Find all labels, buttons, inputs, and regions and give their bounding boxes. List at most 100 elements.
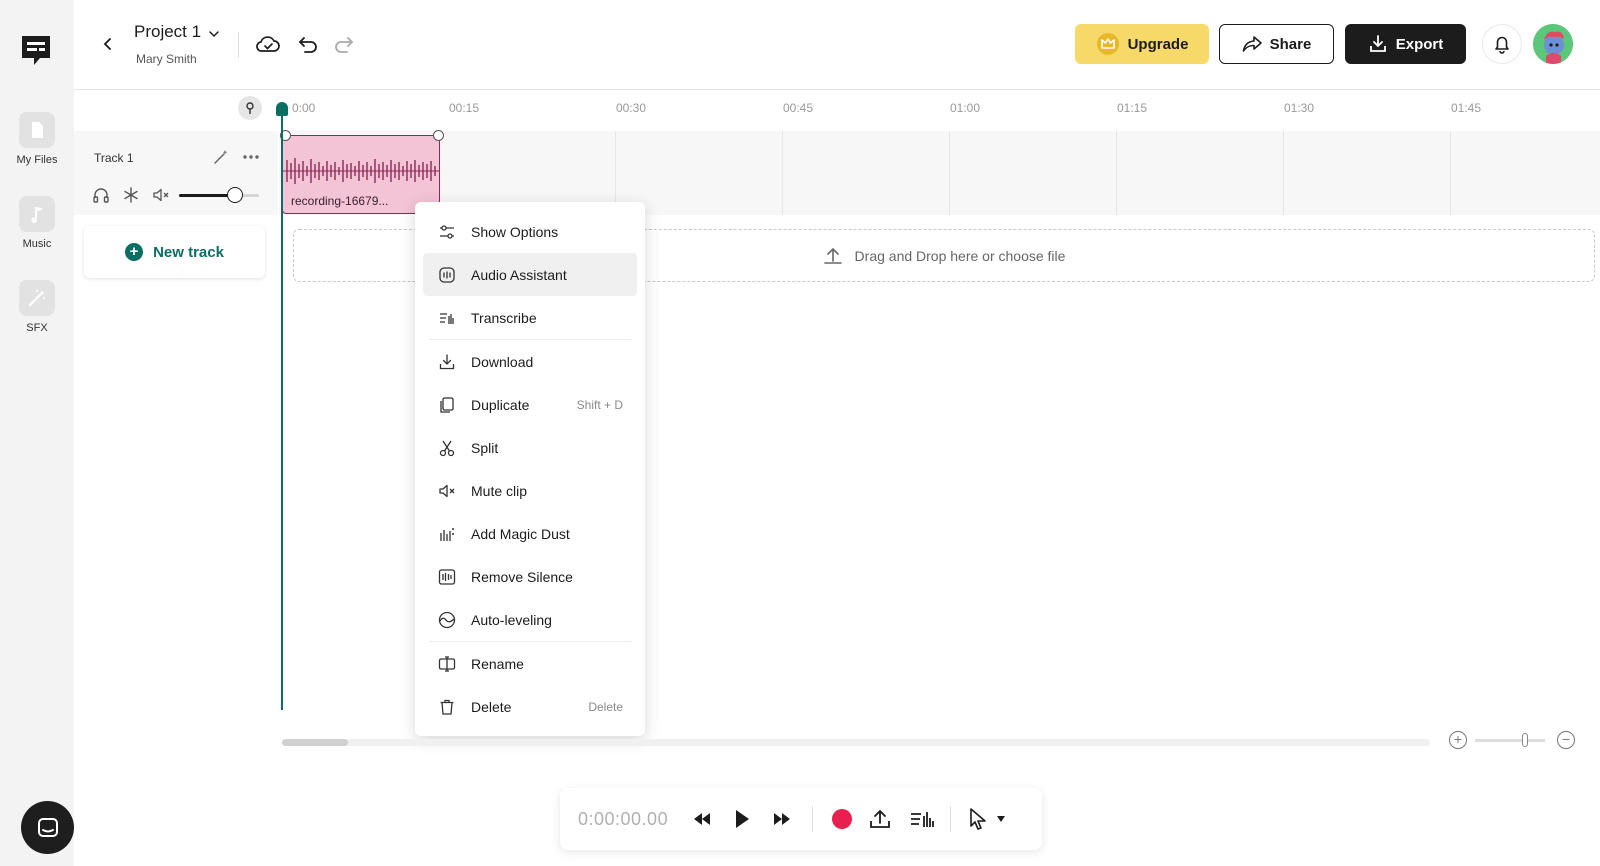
back-button[interactable] (96, 32, 120, 56)
track-name[interactable]: Track 1 (94, 151, 134, 165)
fast-forward-button[interactable] (768, 805, 796, 833)
menu-item-label: Duplicate (471, 396, 530, 413)
menu-item-label: Add Magic Dust (471, 525, 570, 542)
menu-item-label: Auto-leveling (471, 611, 552, 628)
share-button[interactable]: Share (1219, 24, 1334, 64)
menu-item-transcribe[interactable]: Transcribe (423, 296, 637, 339)
menu-item-label: Audio Assistant (471, 266, 567, 283)
scrollbar-thumb[interactable] (282, 739, 348, 746)
ruler-tick: 00:15 (449, 101, 480, 115)
track-header: Track 1 (74, 131, 278, 215)
user-avatar[interactable] (1533, 24, 1573, 64)
trash-icon (437, 697, 457, 717)
chevron-down-icon[interactable] (206, 26, 222, 42)
pointer-tool-button[interactable] (964, 805, 992, 833)
menu-item-shortcut: Shift + D (576, 397, 623, 412)
waveform (283, 158, 439, 184)
project-title[interactable]: Project 1 (134, 22, 201, 42)
ruler-tick: 01:00 (950, 101, 981, 115)
auto-leveling-icon (437, 610, 457, 630)
zoom-slider[interactable] (1475, 733, 1545, 747)
menu-item-remove-silence[interactable]: Remove Silence (423, 555, 637, 598)
export-button[interactable]: Export (1345, 24, 1466, 64)
menu-item-audio-assistant[interactable]: Audio Assistant (423, 253, 637, 296)
clip-end-handle[interactable] (433, 130, 444, 141)
share-arrow-icon (1242, 36, 1262, 52)
new-track-button[interactable]: + New track (84, 226, 265, 278)
magic-wand-icon[interactable] (212, 148, 230, 166)
pin-icon (246, 102, 254, 114)
sliders-icon (437, 222, 457, 242)
snap-magnet-button[interactable] (238, 96, 262, 120)
upload-icon (870, 809, 890, 828)
menu-item-show-options[interactable]: Show Options (423, 210, 637, 253)
redo-icon[interactable] (330, 30, 358, 58)
zoom-out-button[interactable]: − (1557, 731, 1575, 749)
menu-item-label: Download (471, 353, 534, 370)
app-logo-icon[interactable] (18, 32, 54, 68)
more-options-icon[interactable] (242, 148, 260, 166)
menu-item-label: Split (471, 439, 499, 456)
headphones-icon[interactable] (92, 186, 110, 204)
timeline-ruler[interactable]: 0:00 00:15 00:30 00:45 01:00 01:15 01:30… (74, 91, 1600, 127)
download-icon (1369, 35, 1386, 52)
upgrade-button[interactable]: Upgrade (1075, 24, 1209, 64)
magic-wand-icon (19, 280, 55, 316)
sidebar-item-music[interactable]: Music (0, 196, 74, 250)
upload-icon (823, 247, 842, 264)
dropzone-text: Drag and Drop here or choose file (854, 247, 1066, 264)
record-icon (832, 809, 852, 829)
record-button[interactable] (828, 805, 856, 833)
zoom-in-button[interactable]: + (1449, 731, 1467, 749)
sidebar-item-my-files[interactable]: My Files (0, 112, 74, 166)
transcribe-button[interactable] (908, 805, 936, 833)
rewind-button[interactable] (688, 805, 716, 833)
bell-icon (1495, 36, 1509, 54)
share-label: Share (1269, 35, 1312, 53)
ruler-tick: 00:45 (783, 101, 814, 115)
playhead-handle[interactable] (276, 102, 288, 116)
cloud-sync-icon[interactable] (254, 30, 282, 58)
ruler-tick: 00:30 (616, 101, 647, 115)
transport-bar: 0:00:00.00 (560, 788, 1042, 850)
menu-item-auto-leveling[interactable]: Auto-leveling (423, 598, 637, 641)
menu-item-delete[interactable]: Delete Delete (423, 685, 637, 728)
chat-support-button[interactable] (21, 801, 74, 854)
grid-line (1450, 131, 1451, 215)
speaker-mute-icon[interactable] (152, 186, 170, 204)
grid-line (949, 131, 950, 215)
menu-item-label: Transcribe (471, 309, 537, 326)
download-icon (437, 352, 457, 372)
snowflake-icon[interactable] (122, 186, 140, 204)
undo-icon[interactable] (294, 30, 322, 58)
clip-context-menu: Show Options Audio Assistant Transcribe … (415, 202, 645, 736)
chat-icon (37, 817, 58, 837)
menu-item-label: Rename (471, 655, 524, 672)
notifications-button[interactable] (1482, 24, 1522, 64)
menu-item-duplicate[interactable]: Duplicate Shift + D (423, 383, 637, 426)
transport-separator (950, 806, 951, 832)
play-button[interactable] (728, 805, 756, 833)
ruler-tick: 01:15 (1117, 101, 1148, 115)
upgrade-label: Upgrade (1127, 35, 1189, 53)
ruler-tick: 0:00 (292, 101, 316, 115)
ruler-tick: 01:30 (1284, 101, 1315, 115)
menu-item-mute-clip[interactable]: Mute clip (423, 469, 637, 512)
upload-button[interactable] (866, 805, 894, 833)
sidebar-item-sfx[interactable]: SFX (0, 280, 74, 334)
tool-dropdown-button[interactable] (992, 805, 1010, 833)
menu-item-rename[interactable]: Rename (423, 642, 637, 685)
menu-item-download[interactable]: Download (423, 340, 637, 383)
timeline-scrollbar[interactable] (282, 739, 1430, 746)
menu-item-split[interactable]: Split (423, 426, 637, 469)
new-track-label: New track (153, 243, 224, 261)
zoom-slider-knob[interactable] (1522, 733, 1529, 747)
volume-slider-knob[interactable] (227, 187, 243, 203)
audio-clip[interactable]: recording-16679... (282, 135, 440, 214)
menu-item-add-magic-dust[interactable]: Add Magic Dust (423, 512, 637, 555)
playhead-line (281, 112, 283, 710)
transport-separator (812, 806, 813, 832)
volume-slider[interactable] (179, 187, 259, 203)
menu-item-shortcut: Delete (588, 699, 623, 714)
menu-item-label: Delete (471, 698, 512, 715)
